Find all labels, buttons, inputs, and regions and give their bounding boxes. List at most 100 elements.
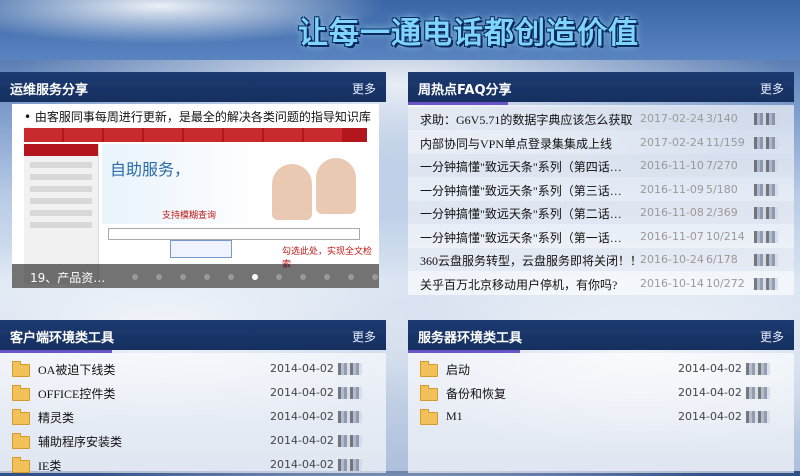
folder-icon (420, 385, 438, 401)
faq-title-link[interactable]: 一分钟搞懂"致远天条"系列（第一话… (420, 229, 622, 246)
faq-title-link[interactable]: 一分钟搞懂"致远天条"系列（第二话… (420, 205, 622, 222)
faq-date: 2016-11-10 (640, 159, 704, 172)
slide-dot[interactable] (228, 274, 234, 280)
tool-row[interactable]: OFFICE控件类 2014-04-02 (0, 381, 386, 404)
slide-dot[interactable] (276, 274, 282, 280)
client-tools-panel: 客户端环境类工具 更多 OA被迫下线类 2014-04-02 OFFICE控件类 20… (0, 320, 386, 473)
faq-count: 3/140 (706, 112, 738, 125)
server-tools-panel: 服务器环境类工具 更多 启动 2014-04-02 备份和恢复 2014-04-02 M… (408, 320, 794, 473)
client-tools-list: OA被迫下线类 2014-04-02 OFFICE控件类 2014-04-02 精灵类 2… (0, 353, 386, 473)
faq-count: 7/270 (706, 159, 738, 172)
tool-name-link[interactable]: 精灵类 (38, 409, 74, 426)
faq-row[interactable]: 360云盘服务转型，云盘服务即将关闭！！ 2016-10-24 6/178 (408, 248, 794, 271)
tool-date: 2014-04-02 (678, 410, 742, 423)
slide-sidebar (24, 144, 99, 284)
author-avatar (746, 363, 770, 375)
faq-count: 10/272 (706, 276, 745, 290)
tool-row[interactable]: 辅助程序安装类 2014-04-02 (0, 429, 386, 452)
faq-date: 2017-02-24 (640, 135, 704, 149)
slide-dot[interactable] (204, 274, 210, 280)
ops-panel: 运维服务分享 更多 (0, 72, 386, 102)
author-avatar (754, 136, 778, 149)
ops-panel-header: 运维服务分享 更多 (0, 72, 386, 102)
faq-count: 5/180 (706, 182, 738, 196)
tool-name-link[interactable]: 备份和恢复 (446, 385, 506, 402)
faq-date: 2016-10-14 (640, 276, 704, 290)
faq-count: 10/214 (706, 229, 745, 243)
folder-icon (12, 433, 30, 449)
tool-name-link[interactable]: OA被迫下线类 (38, 361, 115, 378)
author-avatar (338, 411, 362, 423)
author-avatar (754, 207, 778, 219)
folder-icon (12, 409, 30, 425)
tool-row[interactable]: M1 2014-04-02 (408, 405, 794, 428)
server-tools-more-link[interactable]: 更多 (760, 328, 784, 345)
slide-dot[interactable] (156, 274, 162, 280)
ops-panel-title: 运维服务分享 (10, 83, 89, 98)
author-avatar (338, 363, 362, 375)
tool-row[interactable]: 备份和恢复 2014-04-02 (408, 381, 794, 404)
tool-name-link[interactable]: IE类 (38, 457, 61, 474)
client-tools-more-link[interactable]: 更多 (352, 328, 376, 345)
tool-name-link[interactable]: OFFICE控件类 (38, 385, 115, 402)
author-avatar (754, 160, 778, 172)
slide-dot[interactable] (132, 274, 138, 280)
faq-date: 2016-11-08 (640, 206, 704, 219)
client-tools-title: 客户端环境类工具 (10, 331, 115, 346)
tool-row[interactable]: 启动 2014-04-02 (408, 357, 794, 380)
faq-row[interactable]: 一分钟搞懂"致远天条"系列（第三话… 2016-11-09 5/180 (408, 178, 794, 201)
slide-dot[interactable] (324, 274, 330, 280)
slide-dropdown (170, 240, 232, 258)
server-tools-title: 服务器环境类工具 (418, 331, 523, 346)
faq-row[interactable]: 一分钟搞懂"致远天条"系列（第二话… 2016-11-08 2/369 (408, 201, 794, 224)
faq-title-link[interactable]: 求助：G6V5.71的数据字典应该怎么获取 (420, 111, 632, 128)
ops-slideshow[interactable]: • 由客服同事每周进行更新，是最全的解决各类问题的指导知识库集 自助服务， 支持… (12, 104, 379, 288)
author-avatar (754, 277, 778, 290)
tool-date: 2014-04-02 (270, 410, 334, 423)
tool-name-link[interactable]: 启动 (446, 361, 470, 378)
folder-icon (12, 457, 30, 473)
slide-nav-bar (24, 128, 367, 142)
banner-title: 让每一通电话都创造价值 (298, 16, 639, 51)
folder-icon (420, 361, 438, 377)
folder-icon (12, 385, 30, 401)
tool-name-link[interactable]: 辅助程序安装类 (38, 433, 122, 450)
faq-title-link[interactable]: 一分钟搞懂"致远天条"系列（第三话… (420, 182, 622, 199)
faq-row[interactable]: 一分钟搞懂"致远天条"系列（第一话… 2016-11-07 10/214 (408, 225, 794, 248)
faq-row[interactable]: 一分钟搞懂"致远天条"系列（第四话… 2016-11-10 7/270 (408, 154, 794, 177)
faq-count: 2/369 (706, 206, 738, 219)
slide-dot[interactable] (252, 274, 258, 280)
slide-search-box (108, 228, 360, 240)
server-tools-list: 启动 2014-04-02 备份和恢复 2014-04-02 M1 2014-04-02 (408, 353, 794, 473)
faq-date: 2016-11-09 (640, 182, 704, 196)
tool-row[interactable]: IE类 2014-04-02 (0, 453, 386, 476)
ops-more-link[interactable]: 更多 (352, 80, 376, 97)
tool-date: 2014-04-02 (270, 458, 334, 471)
faq-panel-header: 周热点FAQ分享 更多 (408, 72, 794, 105)
faq-row[interactable]: 内部协同与VPN单点登录集集成上线 2017-02-24 11/159 (408, 131, 794, 154)
server-tools-header: 服务器环境类工具 更多 (408, 320, 794, 353)
slide-hero: 自助服务， (102, 144, 367, 224)
faq-title-link[interactable]: 360云盘服务转型，云盘服务即将关闭！！ (420, 252, 642, 269)
tool-date: 2014-04-02 (270, 386, 334, 399)
faq-title-link[interactable]: 关乎百万北京移动用户停机，有你吗? (420, 276, 617, 293)
faq-more-link[interactable]: 更多 (760, 80, 784, 97)
faq-row[interactable]: 关乎百万北京移动用户停机，有你吗? 2016-10-14 10/272 (408, 272, 794, 295)
folder-icon (12, 361, 30, 377)
slide-dot[interactable] (300, 274, 306, 280)
tool-row[interactable]: 精灵类 2014-04-02 (0, 405, 386, 428)
person-image (316, 158, 356, 214)
tool-row[interactable]: OA被迫下线类 2014-04-02 (0, 357, 386, 380)
author-avatar (338, 387, 362, 399)
slide-dot[interactable] (180, 274, 186, 280)
slide-dot[interactable] (372, 274, 378, 280)
faq-title-link[interactable]: 内部协同与VPN单点登录集集成上线 (420, 135, 612, 152)
faq-count: 11/159 (706, 135, 745, 149)
slide-dot[interactable] (348, 274, 354, 280)
tool-name-link[interactable]: M1 (446, 409, 463, 424)
faq-row[interactable]: 求助：G6V5.71的数据字典应该怎么获取 2017-02-24 3/140 (408, 107, 794, 130)
slide-label: 19、产品资… (30, 271, 106, 285)
faq-count: 6/178 (706, 253, 738, 266)
faq-title-link[interactable]: 一分钟搞懂"致远天条"系列（第四话… (420, 158, 622, 175)
author-avatar (754, 254, 778, 266)
